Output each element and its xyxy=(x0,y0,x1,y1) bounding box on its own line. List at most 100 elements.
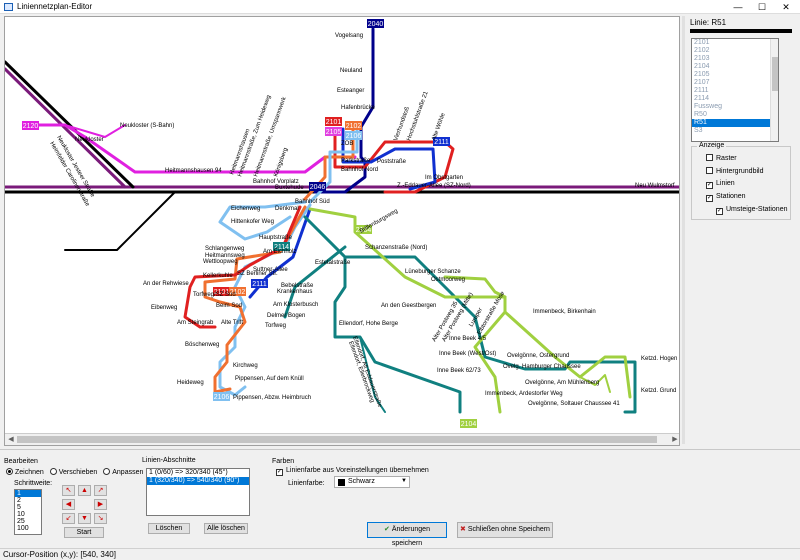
station-label: Lüneburger Schanze xyxy=(405,269,461,275)
station-label: Böschenweg xyxy=(185,342,219,348)
start-button[interactable]: Start xyxy=(64,527,104,538)
station-label: Eichenweg xyxy=(231,206,260,212)
line-list-item[interactable]: 2114 xyxy=(692,95,778,103)
line-list-item[interactable]: 2101 xyxy=(692,39,778,47)
route-badge[interactable]: 2104 xyxy=(460,419,477,428)
map-vertical-scrollbar[interactable] xyxy=(682,16,685,444)
arrow-up-left-icon[interactable]: ↖ xyxy=(62,485,75,496)
route-badge[interactable]: 2106 xyxy=(213,392,230,401)
checkbox-label: Linienfarbe aus Voreinstellungen überneh… xyxy=(286,467,429,474)
checkbox-box[interactable]: ✓ xyxy=(716,208,723,215)
arrow-right-icon[interactable]: ▶ xyxy=(94,499,107,510)
checkbox-box[interactable]: ✓ xyxy=(276,469,283,476)
delete-all-button[interactable]: Alle löschen xyxy=(204,523,248,534)
checkbox-label: Hintergrundbild xyxy=(716,168,764,175)
station-label: SZ Berliner Str. xyxy=(237,271,278,277)
save-changes-button[interactable]: ✔ Änderungen speichern xyxy=(367,522,447,547)
step-list-item[interactable]: 25 xyxy=(15,518,41,525)
step-list-item[interactable]: 10 xyxy=(15,511,41,518)
map-horizontal-scrollbar[interactable]: ◀ ▶ xyxy=(5,433,679,445)
line-list-item[interactable]: Fussweg xyxy=(692,103,778,111)
step-list-item[interactable]: 5 xyxy=(15,504,41,511)
station-label: Krankenhaus xyxy=(277,289,312,295)
radio-icon[interactable] xyxy=(6,468,13,475)
scroll-thumb[interactable] xyxy=(17,436,657,443)
line-list-item[interactable]: R50 xyxy=(692,111,778,119)
checkbox-stationen[interactable]: ✓ Stationen xyxy=(706,193,746,202)
checkbox-box[interactable] xyxy=(706,167,713,174)
line-list-item[interactable]: 2111 xyxy=(692,87,778,95)
station-label: Torfweg xyxy=(265,323,286,329)
checkbox-linien[interactable]: ✓ Linien xyxy=(706,180,735,189)
radio-icon[interactable] xyxy=(103,468,111,475)
minimize-button[interactable]: — xyxy=(726,0,750,14)
checkbox-umsteige-stationen[interactable]: ✓ Umsteige-Stationen xyxy=(716,206,787,215)
station-label: Hochstuhlstraße 21 xyxy=(406,90,430,142)
station-label: Pippensen, Auf dem Knüll xyxy=(235,376,304,382)
route-badge[interactable]: 2102 xyxy=(345,121,362,130)
route-badge[interactable]: 2106 xyxy=(345,131,362,140)
arrow-up-right-icon[interactable]: ↗ xyxy=(94,485,107,496)
line-list-item[interactable]: 2105 xyxy=(692,71,778,79)
svg-text:2102: 2102 xyxy=(346,123,362,130)
step-list[interactable]: 1 2 5 10 25 100 xyxy=(14,489,42,535)
line-list-item[interactable]: R51 xyxy=(692,119,778,127)
mode-radio-group: Zeichnen Verschieben Anpassen xyxy=(6,468,143,476)
radio-icon[interactable] xyxy=(49,468,57,475)
station-label: Ovelgönne, Am Mühlenberg xyxy=(525,380,599,386)
segment-list-item[interactable]: 1 (320/340) => 540/340 (90°) xyxy=(147,477,249,485)
checkbox-raster[interactable]: Raster xyxy=(706,154,737,162)
cancel-icon: ✖ xyxy=(460,526,466,533)
preset-color-checkbox[interactable]: ✓ Linienfarbe aus Voreinstellungen überne… xyxy=(276,467,429,476)
svg-text:2101: 2101 xyxy=(326,119,342,126)
color-select[interactable]: Schwarz ▼ xyxy=(334,476,410,488)
checkbox-box[interactable]: ✓ xyxy=(706,195,713,202)
station-label: Bahnhof Süd xyxy=(295,199,330,205)
arrow-down-right-icon[interactable]: ↘ xyxy=(94,513,107,524)
scroll-left-icon[interactable]: ◀ xyxy=(6,435,16,445)
maximize-button[interactable]: ☐ xyxy=(750,0,774,14)
line-label: Linie: R51 xyxy=(690,18,727,27)
station-label: Bahnhof Nord xyxy=(341,167,378,173)
line-list-item[interactable]: 2107 xyxy=(692,79,778,87)
station-label: Torfweg/SZ Süd xyxy=(193,292,236,298)
checkbox-box[interactable]: ✓ xyxy=(706,182,713,189)
radio-verschieben[interactable]: Verschieben xyxy=(49,468,97,476)
network-map[interactable]: 2040212021012105210221062111204621042114… xyxy=(5,17,680,435)
arrow-down-icon[interactable]: ▼ xyxy=(78,513,91,524)
route-badge[interactable]: 2105 xyxy=(325,127,342,136)
line-list-item[interactable]: 2103 xyxy=(692,55,778,63)
arrow-left-icon[interactable]: ◀ xyxy=(62,499,75,510)
step-list-item[interactable]: 2 xyxy=(15,497,41,504)
line-list-item[interactable]: 2104 xyxy=(692,63,778,71)
checkbox-box[interactable] xyxy=(706,154,713,161)
line-list[interactable]: 2101 2102 2103 2104 2105 2107 2111 2114 Fussweg R… xyxy=(691,38,779,142)
checkbox-hintergrundbild[interactable]: Hintergrundbild xyxy=(706,167,763,175)
bearbeiten-title: Bearbeiten xyxy=(4,458,38,465)
line-list-scrollbar[interactable] xyxy=(770,39,778,141)
abschnitte-title: Linien-Abschnitte xyxy=(142,457,196,464)
segment-list[interactable]: 1 (0/60) => 320/340 (45°) 1 (320/340) => … xyxy=(146,468,250,516)
line-list-item[interactable]: S3 xyxy=(692,127,778,135)
route-badge[interactable]: 2101 xyxy=(325,117,342,126)
step-list-item[interactable]: 1 xyxy=(15,490,41,497)
delete-segment-button[interactable]: Löschen xyxy=(148,523,190,534)
route-badge[interactable]: 2111 xyxy=(251,279,268,288)
station-label: ZOB xyxy=(341,141,353,147)
arrow-up-icon[interactable]: ▲ xyxy=(78,485,91,496)
route-badge[interactable]: 2120 xyxy=(22,121,39,130)
line-list-item[interactable]: 2102 xyxy=(692,47,778,55)
segment-list-item[interactable]: 1 (0/60) => 320/340 (45°) xyxy=(147,469,249,477)
station-label: Poststraße xyxy=(377,159,407,165)
close-button[interactable]: ✕ xyxy=(774,0,798,14)
radio-zeichnen[interactable]: Zeichnen xyxy=(6,468,44,476)
network-map-canvas[interactable]: 2040 2120 2101 2105 2102 2106 2111 2046 2104 2114… xyxy=(4,16,680,446)
scroll-right-icon[interactable]: ▶ xyxy=(670,435,679,445)
step-list-item[interactable]: 100 xyxy=(15,525,41,532)
line-panel: Linie: R51 2101 2102 2103 2104 2105 2107 2111 2… xyxy=(688,16,796,220)
abschnitte-group: Linien-Abschnitte 1 (0/60) => 320/340 (4… xyxy=(138,457,252,542)
close-without-saving-button[interactable]: ✖ Schließen ohne Speichern xyxy=(457,522,553,538)
route-badge[interactable]: 2040 xyxy=(367,19,384,28)
route-badge[interactable]: 2046 xyxy=(309,182,326,191)
arrow-down-left-icon[interactable]: ↙ xyxy=(62,513,75,524)
